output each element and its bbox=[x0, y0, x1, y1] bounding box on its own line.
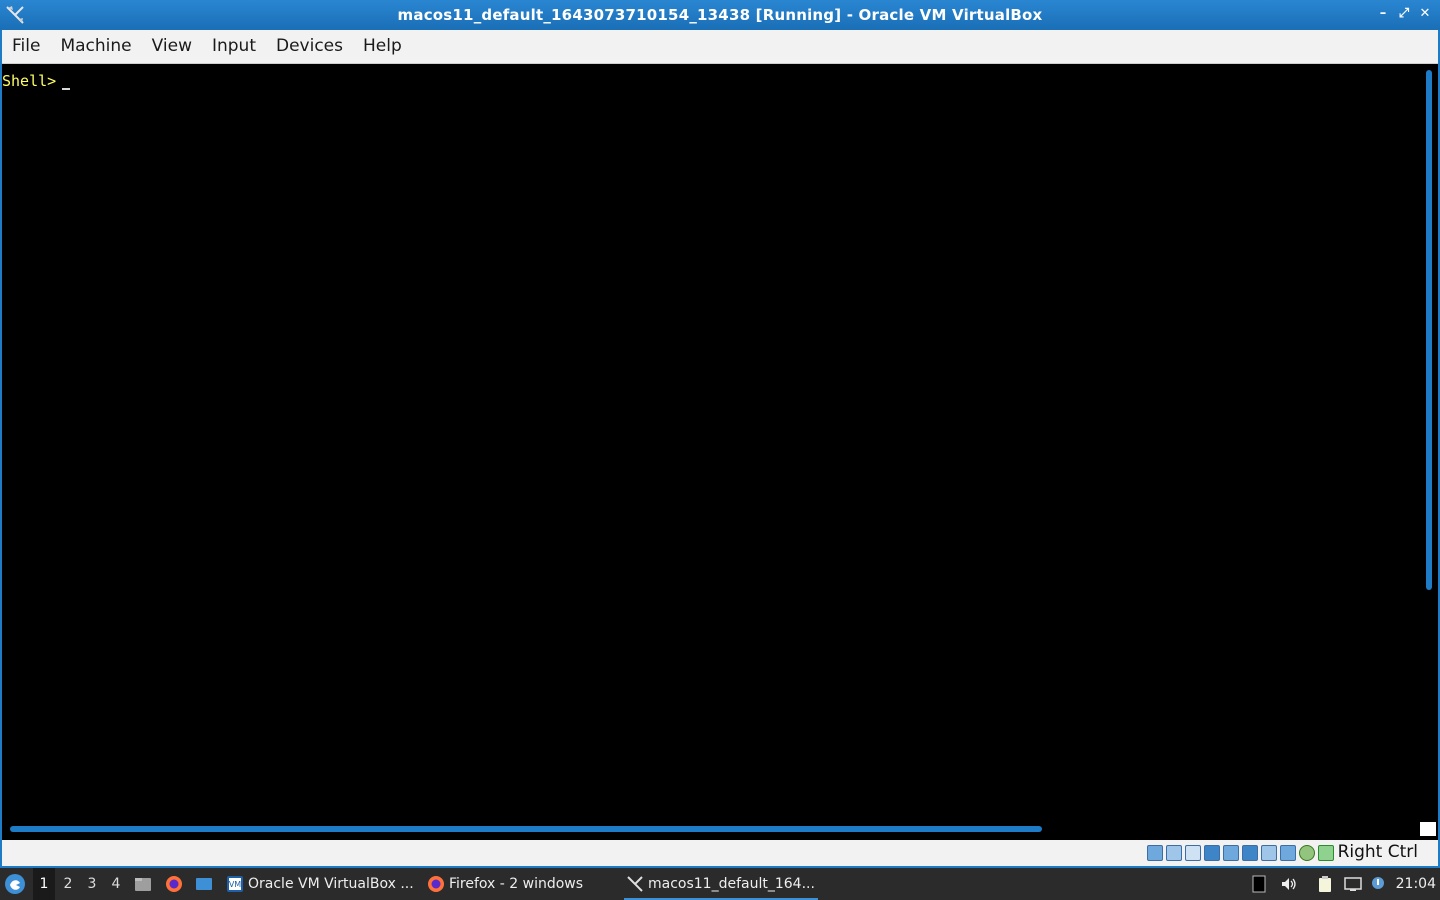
video-capture-icon[interactable] bbox=[1280, 845, 1296, 861]
virtualbox-vm-window: macos11_default_1643073710154_13438 [Run… bbox=[0, 0, 1440, 868]
show-desktop-icon[interactable] bbox=[195, 875, 213, 893]
clipboard-icon[interactable] bbox=[1316, 875, 1334, 893]
clock[interactable]: 21:04 bbox=[1396, 868, 1436, 900]
hard-disk-icon[interactable] bbox=[1147, 845, 1163, 861]
menu-input[interactable]: Input bbox=[202, 30, 266, 63]
firefox-icon bbox=[428, 876, 444, 892]
menu-help[interactable]: Help bbox=[353, 30, 412, 63]
task-label: Firefox - 2 windows bbox=[449, 876, 584, 892]
svg-text:VM: VM bbox=[229, 880, 241, 889]
task-label: Oracle VM VirtualBox ... bbox=[248, 876, 414, 892]
network-icon[interactable] bbox=[1204, 845, 1220, 861]
task-firefox[interactable]: Firefox - 2 windows bbox=[425, 868, 615, 900]
notification-icon[interactable] bbox=[1369, 875, 1387, 893]
file-manager-icon[interactable] bbox=[134, 875, 152, 893]
minimize-button[interactable]: – bbox=[1374, 5, 1392, 23]
menu-devices[interactable]: Devices bbox=[266, 30, 353, 63]
audio-icon[interactable] bbox=[1185, 845, 1201, 861]
text-cursor bbox=[62, 88, 71, 90]
network-tray-icon[interactable] bbox=[1344, 875, 1362, 893]
desktop-switch-4[interactable]: 4 bbox=[105, 868, 127, 900]
task-vm-window[interactable]: macos11_default_164... bbox=[624, 868, 818, 900]
start-menu-icon[interactable] bbox=[4, 873, 26, 895]
virtualbox-icon: VM bbox=[227, 876, 243, 892]
menu-file[interactable]: File bbox=[2, 30, 50, 63]
horizontal-scrollbar[interactable] bbox=[10, 826, 1042, 832]
vm-display[interactable]: Shell> bbox=[2, 64, 1438, 840]
volume-icon[interactable] bbox=[1280, 875, 1298, 893]
desktop-switch-2[interactable]: 2 bbox=[57, 868, 79, 900]
shared-folders-icon[interactable] bbox=[1242, 845, 1258, 861]
task-virtualbox-manager[interactable]: VM Oracle VM VirtualBox ... bbox=[224, 868, 416, 900]
firefox-launcher-icon[interactable] bbox=[165, 875, 183, 893]
scroll-corner bbox=[1420, 822, 1436, 836]
host-key-label[interactable]: Right Ctrl bbox=[1338, 842, 1418, 862]
display-icon[interactable] bbox=[1261, 845, 1277, 861]
shell-prompt: Shell> bbox=[2, 72, 57, 90]
mouse-integration-icon[interactable] bbox=[1318, 845, 1334, 861]
vertical-scrollbar[interactable] bbox=[1426, 70, 1432, 590]
optical-drive-icon[interactable] bbox=[1166, 845, 1182, 861]
status-bar: Right Ctrl bbox=[2, 840, 1438, 866]
cpu-icon[interactable] bbox=[1299, 845, 1315, 861]
restore-button[interactable]: ⤢ bbox=[1395, 5, 1413, 23]
task-label: macos11_default_164... bbox=[648, 876, 815, 892]
window-title: macos11_default_1643073710154_13438 [Run… bbox=[397, 6, 1043, 24]
menu-bar: File Machine View Input Devices Help bbox=[2, 30, 1438, 64]
status-icons bbox=[1147, 845, 1334, 861]
menu-view[interactable]: View bbox=[142, 30, 202, 63]
desktop-switch-1[interactable]: 1 bbox=[33, 868, 55, 900]
keyboard-layout-icon[interactable] bbox=[1250, 875, 1268, 893]
taskbar: 1 2 3 4 VM Oracle VM VirtualBox ... Fire… bbox=[0, 868, 1440, 900]
vm-window-icon bbox=[627, 876, 643, 892]
usb-icon[interactable] bbox=[1223, 845, 1239, 861]
shell-prompt-line: Shell> bbox=[2, 72, 71, 90]
menu-machine[interactable]: Machine bbox=[50, 30, 141, 63]
desktop-switch-3[interactable]: 3 bbox=[81, 868, 103, 900]
close-button[interactable]: ✕ bbox=[1416, 5, 1434, 23]
title-bar[interactable]: macos11_default_1643073710154_13438 [Run… bbox=[0, 0, 1440, 30]
